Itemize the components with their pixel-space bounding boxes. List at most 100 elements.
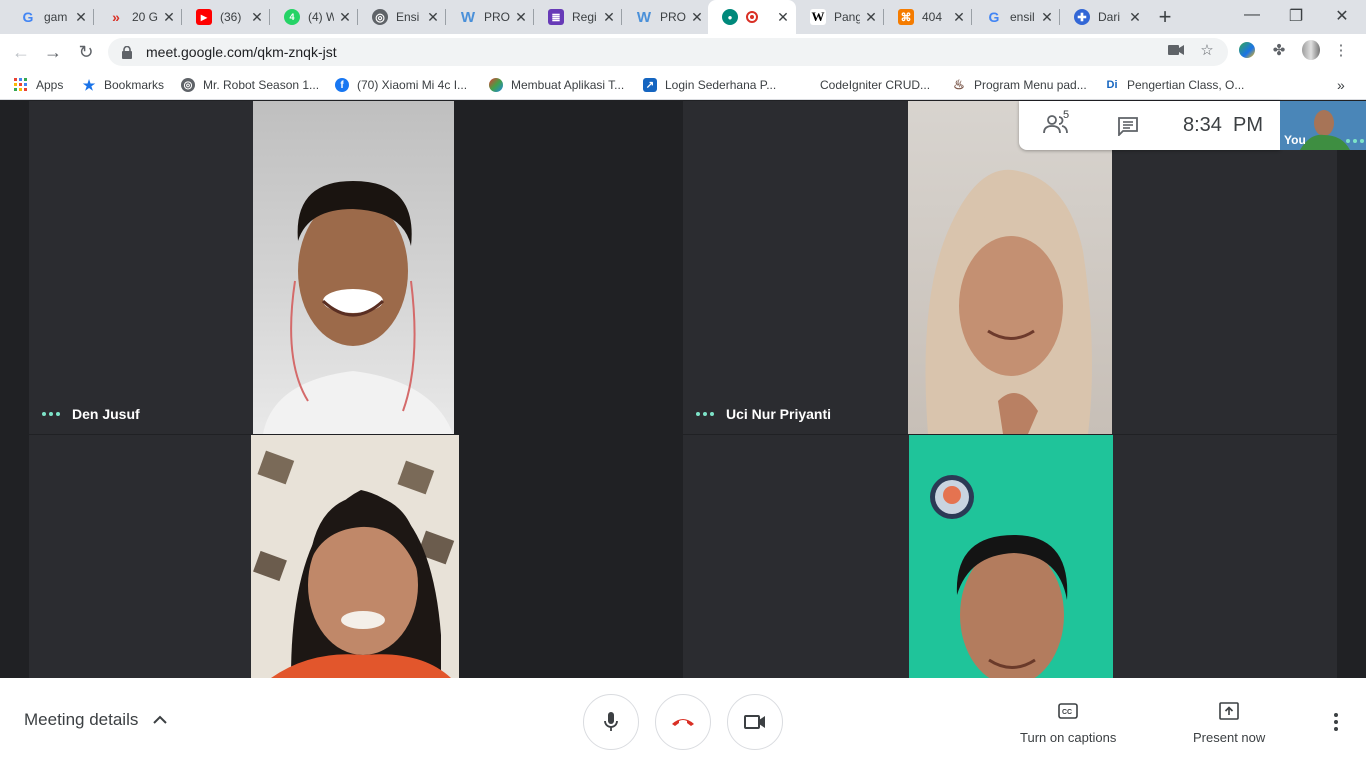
tab-title: gam bbox=[44, 10, 68, 24]
bookmark-item[interactable]: f (70) Xiaomi Mi 4c I... bbox=[335, 76, 467, 94]
bookmark-item[interactable]: ↗ Login Sederhana P... bbox=[643, 76, 776, 94]
close-icon[interactable]: ✕ bbox=[952, 9, 966, 26]
participants-button[interactable]: 5 bbox=[1043, 109, 1071, 138]
close-icon[interactable]: ✕ bbox=[1128, 9, 1142, 26]
meeting-clock: 8:34 PM bbox=[1183, 114, 1264, 136]
profile-avatar[interactable] bbox=[1302, 40, 1320, 60]
new-tab-button[interactable]: + bbox=[1154, 6, 1176, 28]
browser-tab[interactable]: W PRO ✕ bbox=[622, 0, 710, 34]
microphone-button[interactable] bbox=[583, 694, 639, 750]
browser-tab[interactable]: G gam ✕ bbox=[6, 0, 94, 34]
bookmarks-bar: Apps ★ Bookmarks ◎ Mr. Robot Season 1...… bbox=[0, 70, 1366, 100]
browser-tab[interactable]: ✚ Dari ✕ bbox=[1060, 0, 1148, 34]
close-icon[interactable]: ✕ bbox=[74, 9, 88, 26]
participant-name-label: Uci Nur Priyanti bbox=[726, 406, 832, 422]
meeting-details-button[interactable]: Meeting details bbox=[24, 710, 168, 730]
hang-up-icon bbox=[672, 719, 694, 726]
chat-button[interactable] bbox=[1117, 116, 1139, 141]
close-icon[interactable]: ✕ bbox=[338, 9, 352, 26]
captions-button[interactable]: CC Turn on captions bbox=[1020, 700, 1116, 745]
closed-captions-icon: CC bbox=[1057, 700, 1079, 722]
chevron-up-icon bbox=[153, 715, 168, 724]
browser-tab[interactable]: ⌘ 404 ✕ bbox=[884, 0, 972, 34]
reload-button[interactable]: ↻ bbox=[75, 41, 97, 63]
participant-tile[interactable]: Den Jusuf bbox=[29, 101, 454, 434]
browser-tab[interactable]: ▶ (36) ✕ bbox=[182, 0, 270, 34]
bookmark-item[interactable]: ♨ Program Menu pad... bbox=[952, 76, 1087, 94]
browser-toolbar: ← → ↻ meet.google.com/qkm-znqk-jst ☆ ✤ ⋮ bbox=[0, 34, 1366, 70]
bookmarks-overflow-button[interactable]: » bbox=[1337, 76, 1345, 94]
tab-title: Dari bbox=[1098, 10, 1121, 24]
present-now-button[interactable]: Present now bbox=[1193, 700, 1265, 745]
participant-video bbox=[253, 101, 454, 434]
self-label: You bbox=[1284, 133, 1306, 147]
close-icon[interactable]: ✕ bbox=[162, 9, 176, 26]
camera-in-use-icon[interactable] bbox=[1167, 41, 1185, 59]
tab-title: (36) bbox=[220, 10, 242, 24]
audio-level-icon bbox=[42, 412, 60, 416]
restore-button[interactable]: ❐ bbox=[1284, 6, 1308, 26]
bookmark-label: Pengertian Class, O... bbox=[1127, 78, 1245, 92]
participant-tile[interactable]: Uci Nur Priyanti bbox=[683, 101, 1337, 434]
word-w-icon: W bbox=[636, 8, 652, 26]
chat-icon bbox=[1118, 117, 1138, 138]
browser-tab[interactable]: » 20 G ✕ bbox=[94, 0, 182, 34]
browser-tab[interactable]: ≣ Regi ✕ bbox=[534, 0, 622, 34]
browser-tab[interactable]: W PRO ✕ bbox=[446, 0, 534, 34]
browser-tab[interactable]: ◎ Ensi ✕ bbox=[358, 0, 446, 34]
close-icon[interactable]: ✕ bbox=[690, 9, 704, 26]
bookmark-label: CodeIgniter CRUD... bbox=[820, 78, 931, 92]
menu-kebab-icon[interactable]: ⋮ bbox=[1332, 41, 1350, 59]
participant-tile[interactable] bbox=[683, 435, 1337, 678]
browser-tab[interactable]: 4 (4) W ✕ bbox=[270, 0, 358, 34]
meeting-details-label: Meeting details bbox=[24, 710, 139, 729]
chevron-logo-icon: » bbox=[112, 9, 120, 25]
tab-title: Ensi bbox=[396, 10, 420, 24]
browser-tab[interactable]: W Pang ✕ bbox=[796, 0, 884, 34]
bookmark-item[interactable]: ◎ Mr. Robot Season 1... bbox=[181, 76, 319, 94]
tab-title: PRO bbox=[484, 10, 510, 24]
star-icon[interactable]: ☆ bbox=[1198, 41, 1216, 59]
close-icon[interactable]: ✕ bbox=[776, 9, 790, 26]
tab-title: 20 G bbox=[132, 10, 158, 24]
participant-name-label: Den Jusuf bbox=[72, 406, 140, 422]
audio-level-icon bbox=[1346, 139, 1364, 143]
self-view[interactable]: You bbox=[1280, 101, 1366, 150]
browser-tab[interactable]: G ensil ✕ bbox=[972, 0, 1060, 34]
tab-strip: G gam ✕ » 20 G ✕ ▶ (36) ✕ 4 (4) W ✕ ◎ En… bbox=[0, 0, 1366, 34]
more-options-button[interactable] bbox=[1326, 710, 1346, 734]
bookmark-item[interactable]: Membuat Aplikasi T... bbox=[489, 76, 624, 94]
bookmark-apps[interactable]: Apps bbox=[14, 76, 63, 94]
bookmark-item[interactable]: Di Pengertian Class, O... bbox=[1105, 76, 1245, 94]
bookmark-label: (70) Xiaomi Mi 4c I... bbox=[357, 78, 468, 92]
word-w-icon: W bbox=[460, 8, 476, 26]
participant-count: 5 bbox=[1063, 109, 1070, 121]
bookmark-label: Program Menu pad... bbox=[974, 78, 1087, 92]
forward-button[interactable]: → bbox=[42, 41, 64, 63]
close-icon[interactable]: ✕ bbox=[1040, 9, 1054, 26]
close-window-button[interactable]: ✕ bbox=[1330, 6, 1354, 26]
close-icon[interactable]: ✕ bbox=[250, 9, 264, 26]
close-icon[interactable]: ✕ bbox=[864, 9, 878, 26]
camera-button[interactable] bbox=[727, 694, 783, 750]
address-bar[interactable]: meet.google.com/qkm-znqk-jst bbox=[108, 38, 1228, 66]
extensions-puzzle-icon[interactable]: ✤ bbox=[1270, 41, 1288, 59]
participant-tile[interactable] bbox=[29, 435, 459, 678]
di-logo-icon: Di bbox=[1106, 79, 1118, 91]
apps-grid-icon bbox=[14, 78, 28, 92]
participant-video bbox=[909, 435, 1113, 678]
close-icon[interactable]: ✕ bbox=[514, 9, 528, 26]
tab-title: PRO bbox=[660, 10, 686, 24]
bookmark-item[interactable]: CodeIgniter CRUD... bbox=[798, 76, 930, 94]
bookmark-folder[interactable]: ★ Bookmarks bbox=[82, 76, 164, 94]
lock-icon bbox=[120, 45, 134, 59]
close-icon[interactable]: ✕ bbox=[602, 9, 616, 26]
close-icon[interactable]: ✕ bbox=[426, 9, 440, 26]
microphone-icon bbox=[604, 712, 618, 731]
minimize-button[interactable]: — bbox=[1240, 6, 1264, 24]
extension-globe-icon[interactable] bbox=[1238, 41, 1256, 59]
back-button[interactable]: ← bbox=[10, 41, 32, 63]
browser-tab-active[interactable]: ● ✕ bbox=[708, 0, 796, 34]
wikipedia-w-icon: W bbox=[810, 9, 826, 25]
leave-call-button[interactable] bbox=[655, 694, 711, 750]
